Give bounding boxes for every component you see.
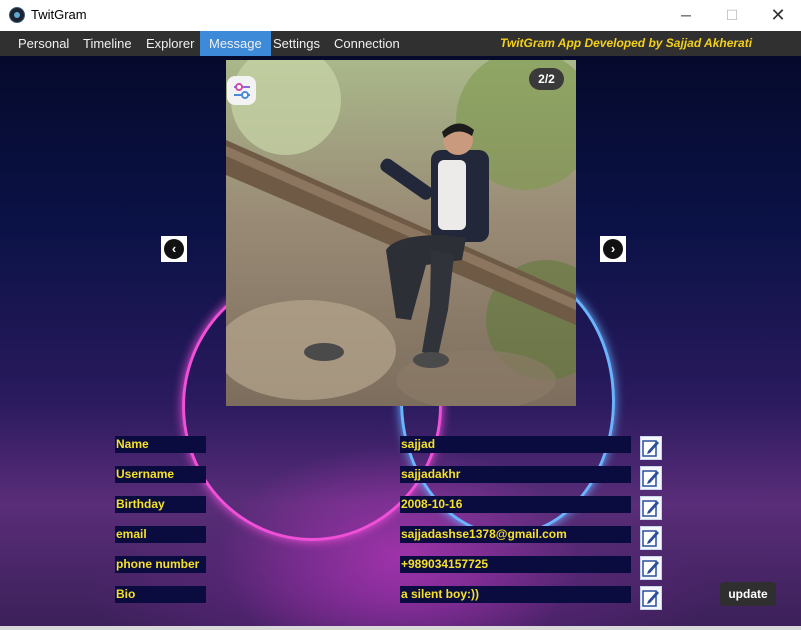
edit-username-button[interactable] — [640, 466, 662, 490]
filter-settings-button[interactable] — [227, 76, 256, 105]
window-bottom-border — [0, 626, 801, 630]
sliders-icon — [233, 82, 250, 99]
maximize-button[interactable]: ☐ — [709, 0, 755, 30]
edit-email-button[interactable] — [640, 526, 662, 550]
menu-item-settings[interactable]: Settings — [264, 31, 329, 56]
field-value-phone: +989034157725 — [400, 556, 631, 573]
window-title: TwitGram — [31, 7, 87, 22]
next-image-button[interactable]: › — [600, 236, 626, 262]
image-counter-badge: 2/2 — [529, 68, 564, 90]
edit-pencil-icon — [642, 590, 659, 607]
developer-credit: TwitGram App Developed by Sajjad Akherat… — [500, 36, 753, 50]
title-bar[interactable]: TwitGram ─ ☐ ✕ — [0, 0, 801, 30]
field-value-bio: a silent boy:)) — [400, 586, 631, 603]
chevron-left-icon: ‹ — [164, 239, 184, 259]
edit-bio-button[interactable] — [640, 586, 662, 610]
field-value-birthday: 2008-10-16 — [400, 496, 631, 513]
edit-pencil-icon — [642, 500, 659, 517]
menu-item-connection[interactable]: Connection — [325, 31, 409, 56]
chevron-right-icon: › — [603, 239, 623, 259]
edit-phone-button[interactable] — [640, 556, 662, 580]
profile-photo-illustration — [226, 60, 576, 406]
update-button[interactable]: update — [720, 582, 776, 606]
edit-birthday-button[interactable] — [640, 496, 662, 520]
profile-panel: 2/2 ‹ › Name sajjad Username sajjadakhr … — [0, 56, 801, 630]
menu-item-timeline[interactable]: Timeline — [74, 31, 141, 56]
minimize-button[interactable]: ─ — [663, 0, 709, 30]
field-value-email: sajjadashse1378@gmail.com — [400, 526, 631, 543]
edit-pencil-icon — [642, 440, 659, 457]
field-label-username: Username — [115, 466, 206, 483]
field-value-name: sajjad — [400, 436, 631, 453]
menu-bar: Personal Timeline Explorer Message Setti… — [0, 31, 801, 56]
field-value-username: sajjadakhr — [400, 466, 631, 483]
edit-pencil-icon — [642, 470, 659, 487]
edit-pencil-icon — [642, 530, 659, 547]
field-label-bio: Bio — [115, 586, 206, 603]
field-label-birthday: Birthday — [115, 496, 206, 513]
edit-pencil-icon — [642, 560, 659, 577]
menu-item-explorer[interactable]: Explorer — [137, 31, 203, 56]
previous-image-button[interactable]: ‹ — [161, 236, 187, 262]
app-logo-icon — [9, 7, 25, 23]
app-window: TwitGram ─ ☐ ✕ Personal Timeline Explore… — [0, 0, 801, 630]
edit-name-button[interactable] — [640, 436, 662, 460]
field-label-email: email — [115, 526, 206, 543]
menu-item-personal[interactable]: Personal — [9, 31, 78, 56]
menu-item-message[interactable]: Message — [200, 31, 271, 56]
close-button[interactable]: ✕ — [755, 0, 801, 30]
field-label-phone: phone number — [115, 556, 206, 573]
field-label-name: Name — [115, 436, 206, 453]
profile-photo — [226, 60, 576, 406]
